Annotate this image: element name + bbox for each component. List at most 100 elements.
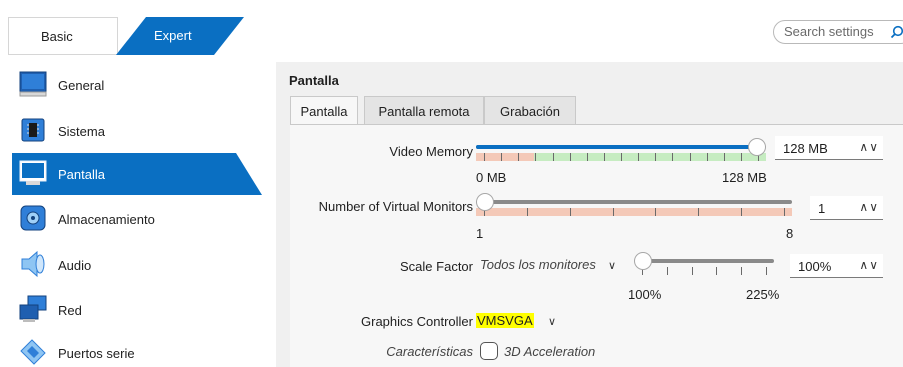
- virtual-monitors-spinbox[interactable]: 1 ∧∨: [810, 196, 883, 220]
- slider-tick: [716, 267, 717, 275]
- slider-tick: [655, 153, 656, 161]
- video-memory-slider[interactable]: [476, 138, 766, 169]
- sidebar-item-almacenamiento[interactable]: Almacenamiento: [12, 198, 262, 240]
- 3d-acceleration-checkbox[interactable]: [480, 342, 498, 360]
- network-icon: [19, 295, 47, 322]
- page-title: Pantalla: [289, 73, 339, 88]
- spin-arrows-icon[interactable]: ∧∨: [859, 140, 879, 154]
- mode-switch: Basic Expert: [8, 17, 244, 55]
- monitor-select-value: Todos los monitores: [480, 257, 596, 272]
- sidebar-item-label: Audio: [58, 258, 92, 273]
- sidebar-item-label: Red: [58, 303, 82, 318]
- sidebar-item-pantalla[interactable]: Pantalla: [12, 153, 262, 195]
- sidebar-item-puertos-serie[interactable]: Puertos serie: [12, 332, 262, 367]
- scale-factor-max-label: 225%: [746, 287, 780, 302]
- virtual-monitors-label: Number of Virtual Monitors: [318, 199, 473, 214]
- slider-tick: [613, 208, 614, 216]
- settings-panel: Pantalla Pantalla Pantalla remota Grabac…: [276, 62, 903, 367]
- slider-tick: [621, 153, 622, 161]
- sidebar-item-label: Sistema: [58, 124, 105, 139]
- slider-tick: [484, 153, 485, 161]
- tab-pantalla-remota[interactable]: Pantalla remota: [364, 96, 484, 124]
- tab-label: Pantalla remota: [378, 104, 470, 119]
- video-memory-min-label: 0 MB: [476, 170, 507, 185]
- slider-tick: [518, 153, 519, 161]
- top-bar: Basic Expert: [0, 0, 903, 60]
- graphics-controller-select[interactable]: VMSVGA ∨: [476, 313, 566, 335]
- tab-label: Grabación: [500, 104, 560, 119]
- sidebar-item-label: Pantalla: [58, 167, 105, 182]
- slider-tick: [638, 153, 639, 161]
- video-memory-label: Video Memory: [389, 144, 473, 159]
- scale-factor-spinbox[interactable]: 100% ∧∨: [790, 254, 883, 278]
- search-icon[interactable]: [890, 25, 903, 39]
- scale-factor-thumb[interactable]: [634, 252, 652, 270]
- slider-tick: [535, 153, 536, 161]
- scale-factor-value: 100%: [798, 259, 832, 274]
- search-box[interactable]: [773, 20, 903, 44]
- disk-icon: [20, 205, 46, 231]
- sidebar-item-sistema[interactable]: Sistema: [12, 110, 262, 152]
- basic-mode-label: Basic: [41, 29, 73, 44]
- sidebar-item-label: General: [58, 78, 105, 93]
- sidebar: General Sistema Pantalla Almacenamiento: [0, 60, 262, 367]
- virtual-monitors-track: [476, 200, 792, 204]
- slider-tick: [587, 153, 588, 161]
- slider-tick: [667, 267, 668, 275]
- tab-content: Video Memory 0 MB 128 MB 128 MB ∧∨ Numbe…: [290, 124, 903, 367]
- virtual-monitors-max-label: 8: [786, 226, 794, 241]
- expert-mode-label: Expert: [154, 28, 192, 43]
- slider-tick: [707, 153, 708, 161]
- chevron-down-icon: ∨: [548, 316, 557, 328]
- virtual-monitors-min-label: 1: [476, 226, 484, 241]
- slider-tick: [655, 208, 656, 216]
- video-memory-thumb[interactable]: [748, 138, 766, 156]
- scale-factor-ticks: [634, 267, 774, 275]
- video-memory-value: 128 MB: [783, 141, 828, 156]
- spin-arrows-icon[interactable]: ∧∨: [859, 200, 879, 214]
- sidebar-item-label: Almacenamiento: [58, 212, 155, 227]
- virtual-monitors-value: 1: [818, 201, 826, 216]
- slider-tick: [501, 153, 502, 161]
- video-memory-max-label: 128 MB: [722, 170, 767, 185]
- tab-label: Pantalla: [300, 104, 348, 119]
- slider-tick: [570, 153, 571, 161]
- slider-tick: [741, 153, 742, 161]
- slider-tick: [741, 267, 742, 275]
- 3d-acceleration-label[interactable]: 3D Acceleration: [504, 344, 595, 359]
- features-label: Características: [386, 344, 473, 359]
- graphics-controller-value: VMSVGA: [476, 313, 534, 328]
- scale-factor-track: [634, 259, 774, 263]
- scale-factor-min-label: 100%: [628, 287, 662, 302]
- virtual-monitors-slider[interactable]: [476, 193, 792, 224]
- virtual-monitors-thumb[interactable]: [476, 193, 494, 211]
- slider-tick: [604, 153, 605, 161]
- slider-tick: [766, 267, 767, 275]
- scale-factor-slider[interactable]: [634, 252, 774, 283]
- spin-arrows-icon[interactable]: ∧∨: [859, 258, 879, 272]
- slider-tick: [692, 267, 693, 275]
- speaker-icon: [21, 250, 45, 278]
- slider-tick: [724, 153, 725, 161]
- scale-factor-label: Scale Factor: [400, 259, 473, 274]
- slider-tick: [741, 208, 742, 216]
- monitor-select[interactable]: Todos los monitores ∨: [480, 257, 620, 279]
- video-memory-spinbox[interactable]: 128 MB ∧∨: [775, 136, 883, 160]
- slider-tick: [784, 208, 785, 216]
- slider-tick: [698, 208, 699, 216]
- expert-mode-button[interactable]: Expert: [116, 17, 244, 55]
- sidebar-item-red[interactable]: Red: [12, 289, 262, 331]
- slider-tick: [672, 153, 673, 161]
- sidebar-item-audio[interactable]: Audio: [12, 244, 262, 286]
- search-input[interactable]: [784, 24, 884, 39]
- basic-mode-button[interactable]: Basic: [8, 17, 118, 55]
- slider-tick: [553, 153, 554, 161]
- sidebar-item-general[interactable]: General: [12, 64, 262, 106]
- tab-pantalla[interactable]: Pantalla: [290, 96, 358, 125]
- chip-icon: [21, 118, 45, 142]
- slider-tick: [527, 208, 528, 216]
- tab-grabacion[interactable]: Grabación: [484, 96, 576, 124]
- display-icon: [18, 158, 48, 188]
- slider-tick: [570, 208, 571, 216]
- monitor-icon: [19, 71, 47, 97]
